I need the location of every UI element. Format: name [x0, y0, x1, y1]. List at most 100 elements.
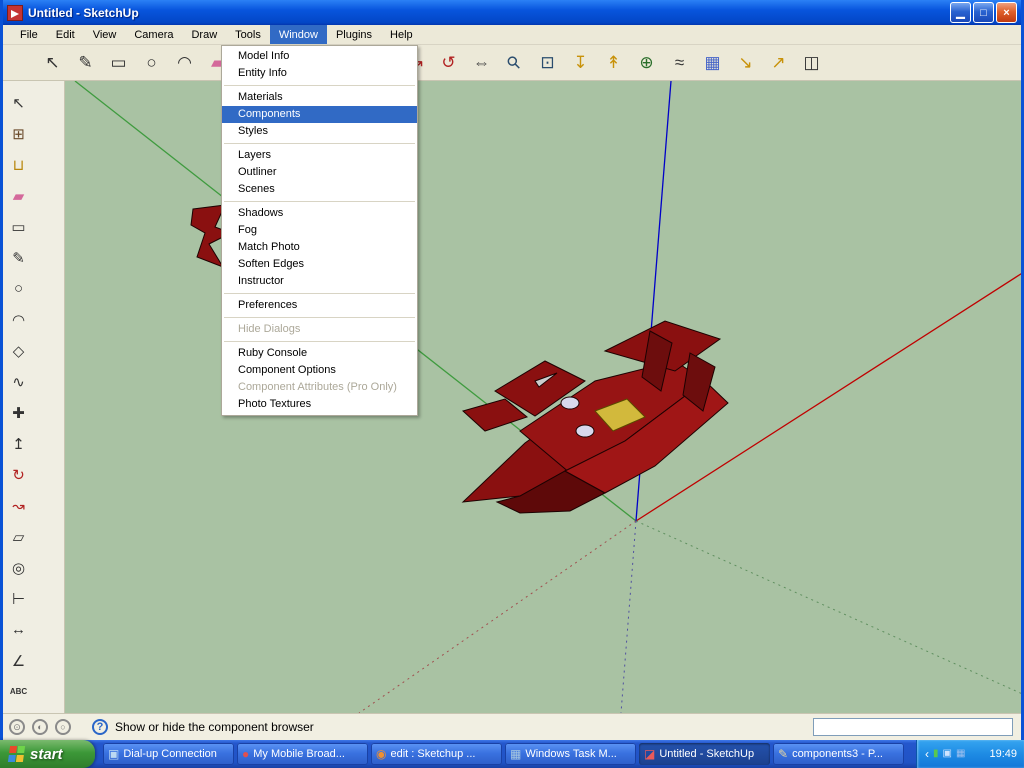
start-button[interactable]: start — [0, 740, 95, 768]
menu-item-components[interactable]: Components — [222, 106, 417, 123]
toolbar-tool-button[interactable]: ▭ — [103, 48, 134, 78]
system-tray: ‹ ▮ ▣ ▦ 19:49 — [916, 740, 1024, 768]
palette-tool-button[interactable]: ⊢ — [5, 584, 32, 613]
menu-item-materials[interactable]: Materials — [222, 89, 417, 106]
toolbar-tool-button[interactable]: ⊡ — [532, 48, 563, 78]
green-axis-negative-dashed — [635, 520, 1021, 694]
toolbar-tool-button[interactable]: ⊕ — [631, 48, 662, 78]
window-menu-dropdown: Model Info Entity Info Materials Compone… — [221, 45, 418, 416]
palette-tool-button[interactable]: ↥ — [5, 429, 32, 458]
tool-icon: ✎ — [78, 52, 93, 72]
palette-tool-button[interactable]: ◠ — [5, 305, 32, 334]
menu-item-photo-textures[interactable]: Photo Textures — [222, 396, 417, 413]
menu-item-fog[interactable]: Fog — [222, 222, 417, 239]
menu-item-soften-edges[interactable]: Soften Edges — [222, 256, 417, 273]
menu-item-outliner[interactable]: Outliner — [222, 164, 417, 181]
mobile-broadband-icon: ● — [242, 747, 250, 761]
palette-tool-button[interactable]: ↖ — [5, 88, 32, 117]
maximize-button[interactable]: □ — [973, 2, 994, 23]
menu-plugins[interactable]: Plugins — [327, 25, 381, 44]
status-indicator-icon[interactable]: ◐ — [32, 719, 48, 735]
menu-item-model-info[interactable]: Model Info — [222, 48, 417, 65]
palette-tool-button[interactable]: ⊞ — [5, 119, 32, 148]
toolbar-tool-button[interactable]: ↘ — [730, 48, 761, 78]
toolbar-tool-button[interactable]: ✎ — [70, 48, 101, 78]
menu-item-styles[interactable]: Styles — [222, 123, 417, 140]
task-mobile-broadband[interactable]: ● My Mobile Broad... — [237, 743, 368, 765]
toolbar-tool-button[interactable]: ↖ — [37, 48, 68, 78]
toolbar-tool-button[interactable]: ⚲ — [499, 48, 530, 78]
task-firefox-sketchup-edit[interactable]: ◉ edit : Sketchup ... — [371, 743, 502, 765]
palette-tool-button[interactable]: ↻ — [5, 460, 32, 489]
menu-window[interactable]: Window — [269, 25, 327, 44]
menu-view[interactable]: View — [84, 25, 126, 44]
palette-tool-button[interactable]: ∿ — [5, 367, 32, 396]
tray-icon[interactable]: ▣ — [943, 749, 952, 759]
menu-item-component-options[interactable]: Component Options — [222, 362, 417, 379]
menu-edit[interactable]: Edit — [47, 25, 84, 44]
palette-tool-button[interactable]: ABC — [5, 677, 32, 706]
task-dialup-connection[interactable]: ▣ Dial-up Connection — [103, 743, 234, 765]
task-untitled-sketchup[interactable]: ◪ Untitled - SketchUp — [639, 743, 770, 765]
toolbar-tool-button[interactable]: ↺ — [433, 48, 464, 78]
task-components3-paint[interactable]: ✎ components3 - P... — [773, 743, 904, 765]
palette-tool-button[interactable]: ▰ — [5, 181, 32, 210]
menu-item-scenes[interactable]: Scenes — [222, 181, 417, 198]
blue-axis-negative-dashed — [620, 520, 637, 713]
palette-tool-button[interactable]: ↔ — [5, 615, 32, 644]
minimize-button[interactable]: ▁ — [950, 2, 971, 23]
menu-item-ruby-console[interactable]: Ruby Console — [222, 345, 417, 362]
menu-tools[interactable]: Tools — [226, 25, 270, 44]
task-label: components3 - P... — [792, 748, 883, 760]
palette-tool-button[interactable]: ✚ — [5, 398, 32, 427]
palette-tool-button[interactable]: ◎ — [5, 553, 32, 582]
toolbar-tool-button[interactable]: ⇔ — [466, 48, 497, 78]
palette-tool-button[interactable]: ◇ — [5, 336, 32, 365]
aircraft-model[interactable] — [461, 320, 729, 514]
menu-draw[interactable]: Draw — [182, 25, 226, 44]
toolbar-tool-button[interactable]: ▦ — [697, 48, 728, 78]
modeling-canvas[interactable] — [65, 81, 1021, 713]
menu-file[interactable]: File — [11, 25, 47, 44]
tool-icon: ○ — [146, 52, 157, 72]
palette-tool-button[interactable]: ↝ — [5, 491, 32, 520]
palette-tool-button[interactable]: ○ — [5, 274, 32, 303]
tool-icon: ⚲ — [503, 51, 526, 74]
palette-tool-button[interactable]: ✎ — [5, 243, 32, 272]
window-title: Untitled - SketchUp — [28, 5, 139, 20]
status-indicator-icon[interactable]: ⊙ — [9, 719, 25, 735]
toolbar-tool-button[interactable]: ↗ — [763, 48, 794, 78]
tool-icon: ↝ — [12, 497, 25, 515]
toolbar-tool-button[interactable]: ◫ — [796, 48, 827, 78]
toolbar-tool-button[interactable]: ↧ — [565, 48, 596, 78]
palette-tool-button[interactable]: ⊔ — [5, 150, 32, 179]
toolbar-tool-button[interactable]: ≈ — [664, 48, 695, 78]
menu-item-entity-info[interactable]: Entity Info — [222, 65, 417, 82]
toolbar-tool-button[interactable]: ◠ — [169, 48, 200, 78]
palette-tool-button[interactable]: ▭ — [5, 212, 32, 241]
toolbar-tool-button[interactable]: ○ — [136, 48, 167, 78]
close-button[interactable]: × — [996, 2, 1017, 23]
tool-icon: ◇ — [12, 342, 25, 360]
tray-icon[interactable]: ▮ — [933, 749, 939, 759]
menu-item-instructor[interactable]: Instructor — [222, 273, 417, 290]
tray-icon[interactable]: ▦ — [956, 749, 965, 759]
task-windows-task-manager[interactable]: ▦ Windows Task M... — [505, 743, 636, 765]
hide-icons-chevron[interactable]: ‹ — [925, 747, 929, 761]
measurements-box[interactable] — [813, 718, 1013, 736]
palette-tool-button[interactable]: ▱ — [5, 522, 32, 551]
menu-item-match-photo[interactable]: Match Photo — [222, 239, 417, 256]
viewport-svg[interactable] — [65, 81, 1021, 713]
taskbar-items: ▣ Dial-up Connection ● My Mobile Broad..… — [95, 740, 916, 768]
tool-icon: ⊔ — [12, 156, 25, 174]
task-label: Windows Task M... — [525, 748, 617, 760]
menu-camera[interactable]: Camera — [125, 25, 182, 44]
menu-item-shadows[interactable]: Shadows — [222, 205, 417, 222]
menu-item-preferences[interactable]: Preferences — [222, 297, 417, 314]
status-indicator-icon[interactable]: ○ — [55, 719, 71, 735]
toolbar-tool-button[interactable]: ↟ — [598, 48, 629, 78]
menu-help[interactable]: Help — [381, 25, 422, 44]
start-label: start — [30, 745, 63, 763]
palette-tool-button[interactable]: ∠ — [5, 646, 32, 675]
menu-item-layers[interactable]: Layers — [222, 147, 417, 164]
